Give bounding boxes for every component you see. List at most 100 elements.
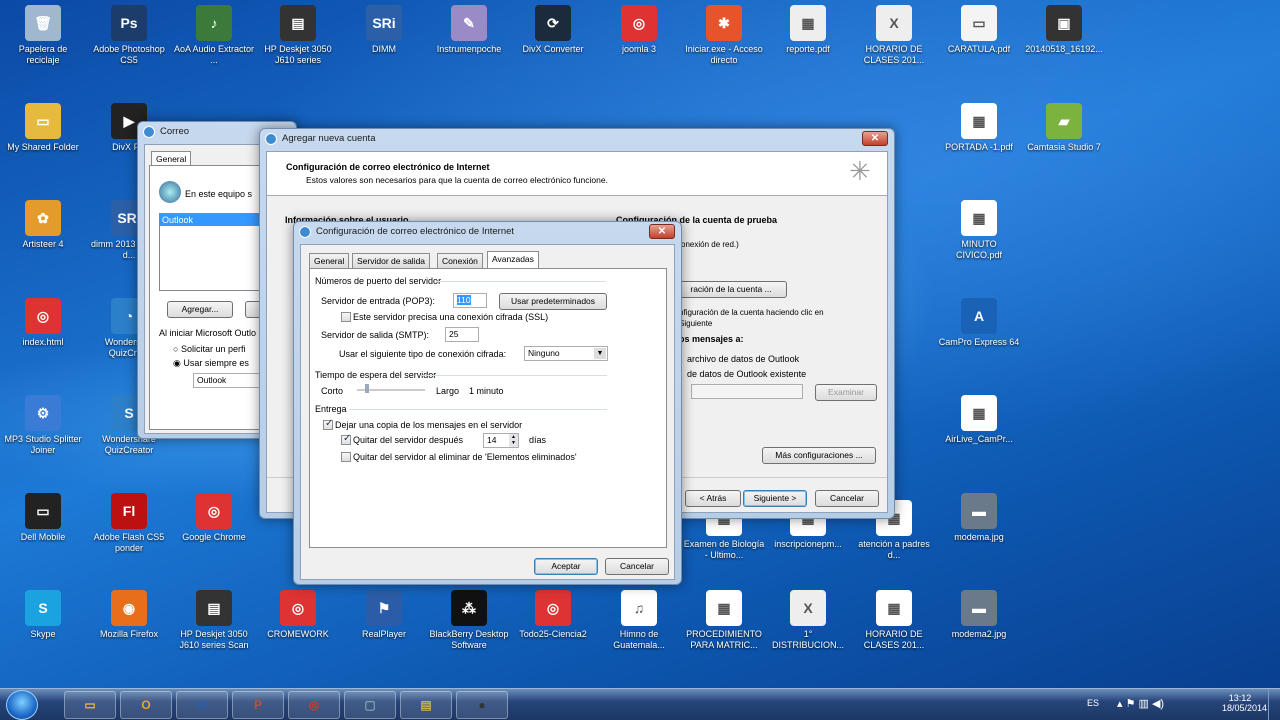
desktop-icon-label: PROCEDIMIENTO PARA MATRIC... bbox=[686, 629, 762, 650]
ask-profile-radio[interactable]: ○ Solicitar un perfi bbox=[173, 344, 245, 354]
start-button[interactable] bbox=[6, 690, 38, 720]
desktop-icon[interactable]: ◎ joomla 3 bbox=[598, 5, 680, 55]
desktop-icon[interactable]: ▦ AirLive_CamPr... bbox=[938, 395, 1020, 445]
desktop-icon[interactable]: ▭ My Shared Folder bbox=[2, 103, 84, 153]
desktop-icon[interactable]: ▦ MINUTO CIVICO.pdf bbox=[938, 200, 1020, 261]
spinner-arrows-icon[interactable]: ▲ ▼ bbox=[509, 434, 518, 447]
desktop-icon[interactable]: SRi DIMM bbox=[343, 5, 425, 55]
desktop-icon[interactable]: ⟳ DivX Converter bbox=[512, 5, 594, 55]
desktop-icon[interactable]: ▦ PROCEDIMIENTO PARA MATRIC... bbox=[683, 590, 765, 651]
desktop-icon-label: CROMEWORK bbox=[267, 629, 329, 639]
deliver-label: os mensajes a: bbox=[679, 334, 744, 344]
desktop-icon[interactable]: ✎ Instrumenpoche bbox=[428, 5, 510, 55]
desktop-icon[interactable]: ♪ AoA Audio Extractor ... bbox=[173, 5, 255, 66]
desktop-icon-label: MP3 Studio Splitter Joiner bbox=[4, 434, 82, 455]
desktop-icon[interactable]: ▬ modema2.jpg bbox=[938, 590, 1020, 640]
desktop-icon[interactable]: X 1° DISTRIBUCION... bbox=[767, 590, 849, 651]
desktop-icon[interactable]: ▬ modema.jpg bbox=[938, 493, 1020, 543]
desktop-icon[interactable]: ⚙ MP3 Studio Splitter Joiner bbox=[2, 395, 84, 456]
desktop-icon[interactable]: S Skype bbox=[2, 590, 84, 640]
taskbar-chrome-icon[interactable]: ◎ bbox=[288, 691, 340, 719]
remove-after-checkbox[interactable] bbox=[341, 433, 351, 445]
deliver-new-option[interactable]: archivo de datos de Outlook bbox=[687, 354, 799, 364]
days-label: días bbox=[529, 435, 547, 445]
desktop-icon[interactable]: ◉ Mozilla Firefox bbox=[88, 590, 170, 640]
desktop-icon[interactable]: ▤ HP Deskjet 3050 J610 series Scan bbox=[173, 590, 255, 651]
dropdown-arrow-icon[interactable]: ▼ bbox=[594, 348, 606, 359]
desktop-icon[interactable]: ◎ index.html bbox=[2, 298, 84, 348]
outgoing-port-input[interactable]: 25 bbox=[445, 327, 479, 342]
globe-icon bbox=[159, 181, 181, 203]
wizard-cancel-button[interactable]: Cancelar bbox=[815, 490, 879, 507]
use-defaults-button[interactable]: Usar predeterminados bbox=[499, 293, 607, 310]
incoming-port-input[interactable]: 110 bbox=[453, 293, 487, 308]
taskbar-camtasia-icon[interactable]: ● bbox=[456, 691, 508, 719]
ok-button[interactable]: Aceptar bbox=[534, 558, 598, 575]
desktop-icon[interactable]: Fl Adobe Flash CS5 ponder bbox=[88, 493, 170, 554]
browse-button[interactable]: Examinar bbox=[815, 384, 877, 401]
tab-connection[interactable]: Conexión bbox=[437, 253, 483, 268]
tab-outgoing-server[interactable]: Servidor de salida bbox=[352, 253, 431, 268]
desktop-icon[interactable]: ⁂ BlackBerry Desktop Software bbox=[428, 590, 510, 651]
taskbar-word-icon[interactable]: W bbox=[176, 691, 228, 719]
more-settings-button[interactable]: Más configuraciones ... bbox=[762, 447, 876, 464]
desktop-icon[interactable]: A CamPro Express 64 bbox=[938, 298, 1020, 348]
incoming-port-label: Servidor de entrada (POP3): bbox=[321, 296, 436, 306]
settings-close-button[interactable]: ✕ bbox=[649, 224, 675, 239]
desktop-icon-label: Papelera de reciclaje bbox=[18, 44, 68, 65]
desktop-icon[interactable]: ◎ Google Chrome bbox=[173, 493, 255, 543]
desktop-icon[interactable]: ▰ Camtasia Studio 7 bbox=[1023, 103, 1105, 153]
test-info-text: conexión de red.) bbox=[677, 240, 739, 249]
desktop-icon[interactable]: 🗑 Papelera de reciclaje bbox=[2, 5, 84, 66]
deliver-existing-option[interactable]: de datos de Outlook existente bbox=[687, 369, 806, 379]
days-spinner[interactable]: 14 ▲ ▼ bbox=[483, 433, 519, 448]
desktop-icon-label: Examen de Biología - Ultimo... bbox=[683, 539, 765, 560]
ssl-checkbox[interactable] bbox=[341, 312, 351, 322]
desktop-icon[interactable]: ◎ Todo25-Ciencia2 bbox=[512, 590, 594, 640]
taskbar-powerpoint-icon[interactable]: P bbox=[232, 691, 284, 719]
desktop-icon-label: Iniciar.exe - Acceso directo bbox=[685, 44, 763, 65]
clock[interactable]: 13:12 18/05/2014 bbox=[1222, 693, 1267, 713]
dell-icon: ▭ bbox=[25, 493, 61, 529]
desktop-icon[interactable]: ▦ PORTADA -1.pdf bbox=[938, 103, 1020, 153]
wizard-close-button[interactable]: ✕ bbox=[862, 131, 888, 146]
show-desktop-button[interactable] bbox=[1268, 689, 1280, 720]
desktop-icon[interactable]: ✱ Iniciar.exe - Acceso directo bbox=[683, 5, 765, 66]
remove-deleted-checkbox[interactable] bbox=[341, 452, 351, 462]
tab-advanced[interactable]: Avanzadas bbox=[487, 251, 539, 268]
desktop-icon[interactable]: ◎ CROMEWORK bbox=[257, 590, 339, 640]
test-account-button[interactable]: ración de la cuenta ... bbox=[675, 281, 787, 298]
desktop-icon[interactable]: ✿ Artisteer 4 bbox=[2, 200, 84, 250]
add-profile-button[interactable]: Agregar... bbox=[167, 301, 233, 318]
desktop-icon[interactable]: ▦ reporte.pdf bbox=[767, 5, 849, 55]
test-check-text: nfiguración de la cuenta haciendo clic e… bbox=[679, 308, 824, 317]
desktop-icon[interactable]: Ps Adobe Photoshop CS5 bbox=[88, 5, 170, 66]
tab-general[interactable]: General bbox=[309, 253, 350, 268]
tray-icons[interactable]: ▴ ⚑ ▥ ◀) bbox=[1117, 697, 1164, 710]
desktop-icon[interactable]: ⚑ RealPlayer bbox=[343, 590, 425, 640]
test-check-next: Siguiente bbox=[679, 319, 713, 328]
desktop-icon[interactable]: ▦ HORARIO DE CLASES 201... bbox=[853, 590, 935, 651]
chrome-icon: ◎ bbox=[535, 590, 571, 626]
taskbar-app-icon[interactable]: ▢ bbox=[344, 691, 396, 719]
always-profile-radio[interactable]: ◉ Usar siempre es bbox=[173, 358, 249, 369]
data-file-input[interactable] bbox=[691, 384, 803, 399]
back-button[interactable]: < Atrás bbox=[685, 490, 741, 507]
taskbar-outlook-icon[interactable]: O bbox=[120, 691, 172, 719]
desktop-icon[interactable]: ▭ Dell Mobile bbox=[2, 493, 84, 543]
mail-icon bbox=[143, 126, 155, 138]
settings-cancel-button[interactable]: Cancelar bbox=[605, 558, 669, 575]
leave-copy-checkbox[interactable] bbox=[323, 418, 333, 430]
desktop-icon[interactable]: ▣ 20140518_16192... bbox=[1023, 5, 1105, 55]
taskbar-folder-icon[interactable]: ▤ bbox=[400, 691, 452, 719]
next-button[interactable]: Siguiente > bbox=[743, 490, 807, 507]
timeout-slider-thumb[interactable] bbox=[365, 384, 369, 393]
language-indicator[interactable]: ES bbox=[1087, 698, 1099, 708]
encryption-select[interactable]: Ninguno ▼ bbox=[524, 346, 608, 361]
desktop-icon-label: reporte.pdf bbox=[786, 44, 830, 54]
desktop-icon[interactable]: ▭ CARATULA.pdf bbox=[938, 5, 1020, 55]
desktop-icon[interactable]: ♫ Himno de Guatemala... bbox=[598, 590, 680, 651]
desktop-icon[interactable]: X HORARIO DE CLASES 201... bbox=[853, 5, 935, 66]
taskbar-explorer-icon[interactable]: ▭ bbox=[64, 691, 116, 719]
desktop-icon[interactable]: ▤ HP Deskjet 3050 J610 series bbox=[257, 5, 339, 66]
